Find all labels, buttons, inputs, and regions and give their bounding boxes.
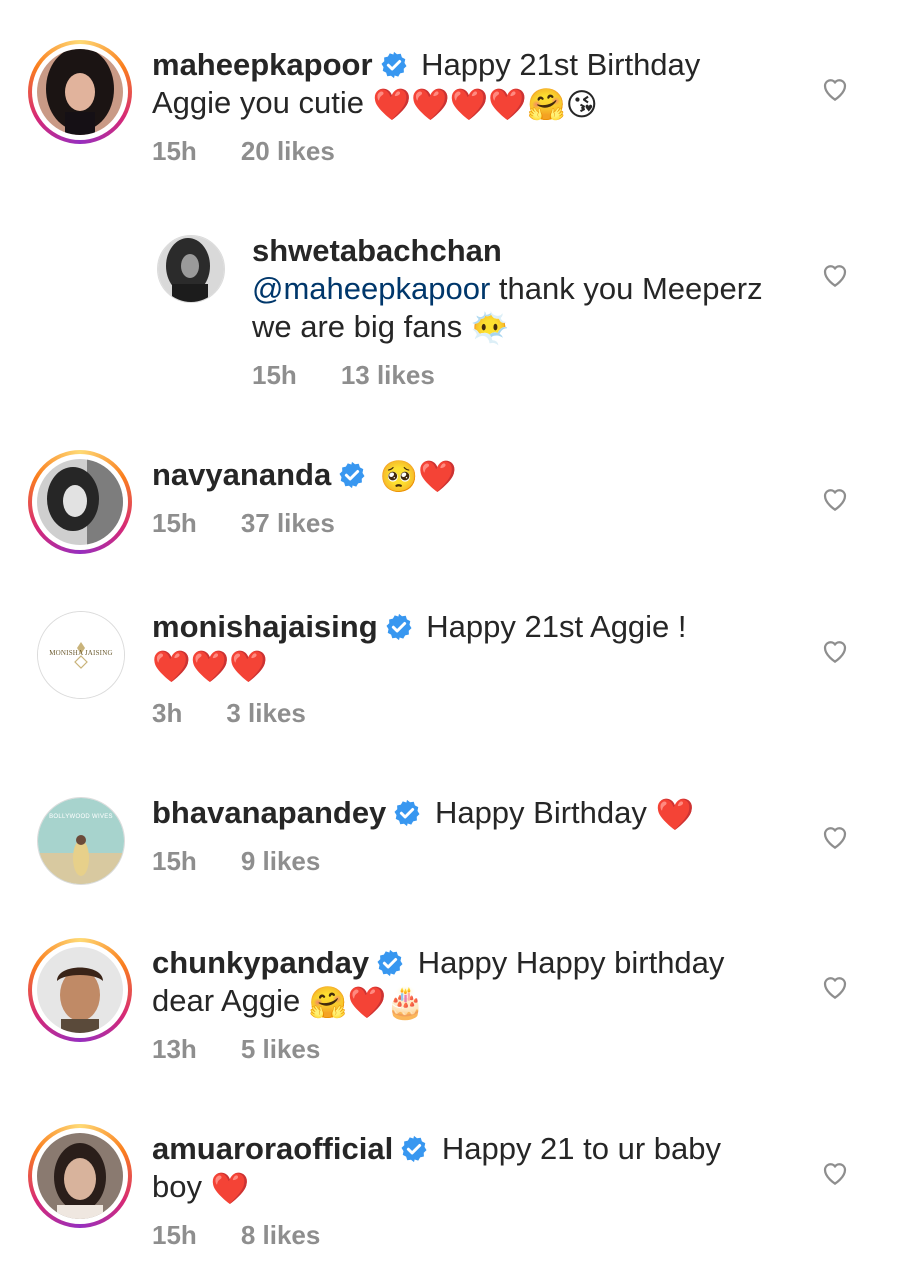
comment-meta: 15h 37 likes: [152, 508, 752, 539]
comment-text: amuaroraofficial Happy 21 to ur baby boy…: [152, 1130, 752, 1208]
comment-meta: 3h 3 likes: [152, 698, 752, 729]
username[interactable]: chunkypanday: [152, 945, 369, 980]
heart-icon[interactable]: [820, 484, 850, 514]
username[interactable]: bhavanapandey: [152, 795, 386, 830]
comment-body: Happy Birthday: [434, 795, 647, 830]
comment-time: 15h: [152, 846, 197, 876]
heart-icon[interactable]: [820, 74, 850, 104]
emoji-string: ❤️: [655, 797, 695, 832]
likes-count[interactable]: 9 likes: [241, 846, 321, 877]
comment-meta: 13h 5 likes: [152, 1034, 752, 1065]
likes-count[interactable]: 13 likes: [341, 360, 435, 391]
emoji-string: ❤️❤️❤️: [152, 649, 268, 684]
comment-meta: 15h 13 likes: [252, 360, 792, 391]
comment-time: 15h: [152, 508, 197, 538]
avatar[interactable]: [37, 1133, 123, 1219]
verified-badge-icon: [377, 949, 403, 977]
heart-icon[interactable]: [820, 972, 850, 1002]
mention-link[interactable]: @maheepkapoor: [252, 271, 490, 306]
heart-icon[interactable]: [820, 822, 850, 852]
verified-badge-icon: [381, 51, 407, 79]
comment-text: navyananda 🥺❤️: [152, 456, 752, 496]
username[interactable]: monishajaising: [152, 609, 378, 644]
comment-time: 3h: [152, 698, 183, 728]
comment-text: shwetabachchan @maheepkapoor thank you M…: [252, 232, 792, 348]
comment-meta: 15h 20 likes: [152, 136, 752, 167]
comment-text: monishajaising Happy 21st Aggie ! ❤️❤️❤️: [152, 608, 752, 686]
comment-text: bhavanapandey Happy Birthday ❤️: [152, 794, 752, 834]
emoji-string: 🤗❤️🎂: [308, 985, 425, 1020]
avatar[interactable]: [157, 235, 225, 303]
comment-text: chunkypanday Happy Happy birthday dear A…: [152, 944, 752, 1022]
verified-badge-icon: [386, 613, 412, 641]
comment-time: 15h: [152, 136, 197, 166]
comment-meta: 15h 8 likes: [152, 1220, 752, 1251]
emoji-string: ❤️❤️❤️❤️🤗😘: [372, 87, 598, 122]
username[interactable]: navyananda: [152, 457, 331, 492]
avatar[interactable]: [37, 947, 123, 1033]
avatar-logo-text: MONISHA JAISING: [49, 649, 113, 657]
heart-icon[interactable]: [820, 636, 850, 666]
avatar[interactable]: BOLLYWOOD WIVES: [37, 797, 125, 885]
comment-meta: 15h 9 likes: [152, 846, 752, 877]
emoji-string: 😶‍🌫️: [470, 311, 510, 346]
avatar[interactable]: [37, 49, 123, 135]
avatar-poster-text: BOLLYWOOD WIVES: [49, 814, 113, 820]
likes-count[interactable]: 20 likes: [241, 136, 335, 167]
likes-count[interactable]: 3 likes: [226, 698, 306, 729]
likes-count[interactable]: 8 likes: [241, 1220, 321, 1251]
emoji-string: ❤️: [210, 1171, 250, 1206]
emoji-string: 🥺❤️: [379, 459, 458, 494]
heart-icon[interactable]: [820, 1158, 850, 1188]
avatar[interactable]: [37, 459, 123, 545]
avatar[interactable]: MONISHA JAISING: [37, 611, 125, 699]
comment-body: Happy 21st Aggie !: [426, 609, 687, 644]
comment-time: 13h: [152, 1034, 197, 1064]
comments-list: maheepkapoor Happy 21st Birthday Aggie y…: [0, 0, 900, 1280]
likes-count[interactable]: 37 likes: [241, 508, 335, 539]
likes-count[interactable]: 5 likes: [241, 1034, 321, 1065]
comment-text: maheepkapoor Happy 21st Birthday Aggie y…: [152, 46, 752, 124]
username[interactable]: amuaroraofficial: [152, 1131, 393, 1166]
verified-badge-icon: [401, 1135, 427, 1163]
verified-badge-icon: [394, 799, 420, 827]
comment-time: 15h: [152, 1220, 197, 1250]
username[interactable]: maheepkapoor: [152, 47, 373, 82]
comment-time: 15h: [252, 360, 297, 390]
verified-badge-icon: [339, 461, 365, 489]
heart-icon[interactable]: [820, 260, 850, 290]
username[interactable]: shwetabachchan: [252, 233, 502, 268]
